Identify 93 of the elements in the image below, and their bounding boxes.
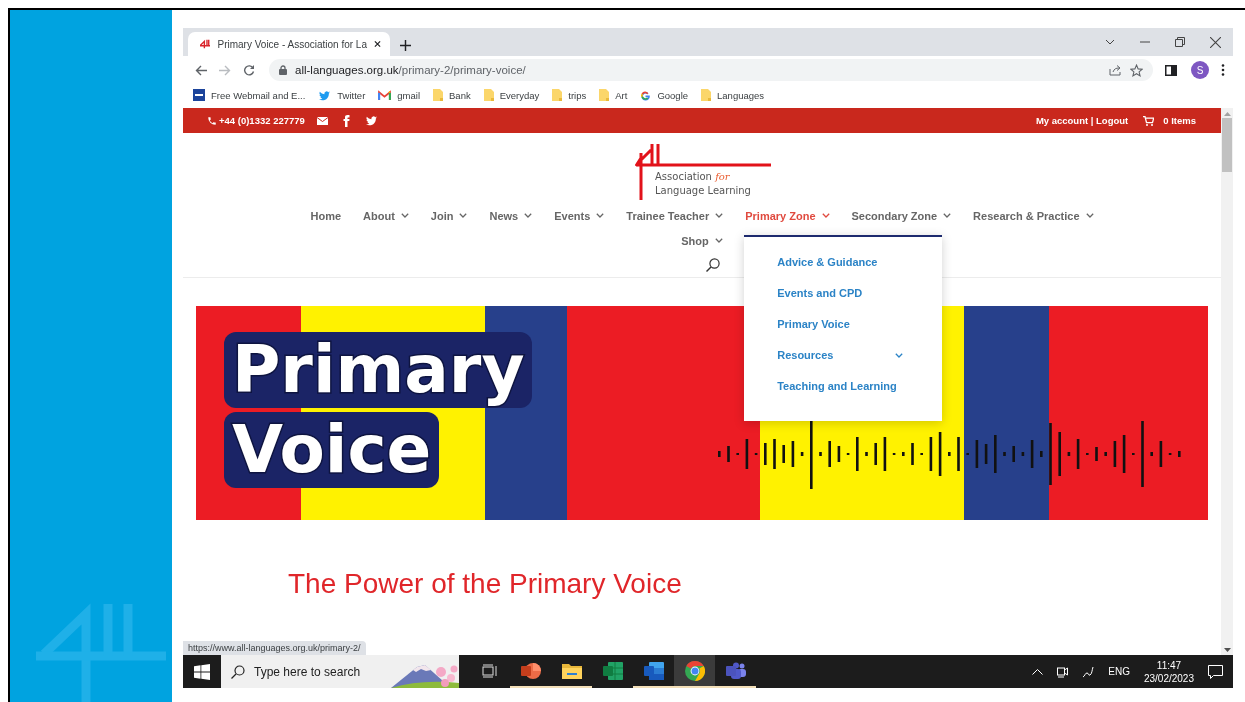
back-arrow-icon[interactable]: [195, 64, 207, 76]
status-url: https://www.all-languages.org.uk/primary-2/: [183, 641, 366, 655]
google-g-icon: [640, 89, 652, 101]
dropdown-item[interactable]: Events and CPD: [777, 287, 904, 318]
nav-item[interactable]: Join: [430, 203, 468, 228]
pen-icon[interactable]: [1082, 665, 1095, 678]
nav-item[interactable]: Home: [310, 203, 342, 228]
clock[interactable]: 11:47 23/02/2023: [1143, 658, 1194, 685]
banner-title: Voice: [224, 412, 440, 488]
mail-icon: [378, 90, 392, 100]
banner-title: Primary: [224, 332, 533, 408]
cart-link[interactable]: 0 Items: [1143, 115, 1196, 126]
twitter-icon[interactable]: [364, 115, 378, 126]
side-panel-icon[interactable]: [1165, 64, 1177, 76]
nav-item[interactable]: Events: [554, 203, 605, 228]
camera-icon[interactable]: [1057, 665, 1069, 678]
folder-icon: [552, 89, 563, 101]
chevron-up-icon[interactable]: [1032, 668, 1044, 675]
spreadsheet-app-icon: [602, 661, 623, 680]
star-icon[interactable]: [1130, 63, 1143, 77]
dropdown-item[interactable]: Teaching and Learning: [777, 380, 904, 411]
nav-item[interactable]: Shop: [681, 228, 723, 253]
nav-item[interactable]: Research & Practice: [973, 203, 1094, 228]
search-icon[interactable]: [706, 258, 720, 272]
chevron-down-icon: [714, 238, 723, 243]
scroll-down-icon[interactable]: [1223, 648, 1231, 652]
url-text: all-languages.org.uk/primary-2/primary-voice/: [295, 64, 527, 76]
notification-icon[interactable]: [1208, 664, 1223, 679]
nav-item[interactable]: Primary Zone: [745, 203, 830, 228]
team-chat-app-icon: [725, 661, 746, 680]
bookmark[interactable]: gmail: [378, 89, 421, 101]
chevron-down-icon: [821, 213, 830, 218]
share-icon[interactable]: [1109, 64, 1122, 76]
new-tab-icon[interactable]: [400, 40, 411, 51]
close-icon[interactable]: [1210, 36, 1221, 48]
nav-item[interactable]: Secondary Zone: [851, 203, 952, 228]
windows-start-icon[interactable]: [194, 663, 210, 680]
account-link[interactable]: My account | Logout: [1035, 115, 1129, 126]
logo-text: Association for Language Learning: [655, 170, 751, 198]
document-app-icon: [643, 661, 664, 680]
browser-app-icon: [684, 660, 705, 681]
address-bar[interactable]: all-languages.org.uk/primary-2/primary-voice/: [269, 59, 1153, 81]
bookmark[interactable]: Free Webmail and E...: [193, 89, 306, 101]
dropdown-item[interactable]: Resources: [777, 349, 904, 380]
logo-icon: [200, 39, 211, 49]
chevron-down-icon: [459, 213, 468, 218]
phone-icon: [207, 115, 217, 126]
chevron-down-icon: [895, 353, 904, 358]
bookmark[interactable]: trips: [552, 89, 587, 101]
search-placeholder: Type here to search: [254, 664, 361, 679]
chevron-down-icon: [596, 213, 605, 218]
cart-icon: [1143, 115, 1155, 126]
chevron-down-icon: [715, 213, 724, 218]
nav-item[interactable]: News: [489, 203, 533, 228]
dropdown-item[interactable]: Primary Voice: [777, 318, 904, 349]
bookmark[interactable]: Twitter: [318, 89, 366, 101]
chevron-down-icon: [943, 213, 952, 218]
folder-icon: [433, 89, 444, 101]
bookmark[interactable]: Everyday: [483, 89, 540, 101]
browser-tab[interactable]: Primary Voice - Association for La: [188, 32, 390, 56]
bookmark[interactable]: Bank: [433, 89, 471, 101]
presentation-app-icon: [520, 661, 541, 680]
taskbar-search-field[interactable]: Type here to search: [221, 655, 459, 688]
nav-item[interactable]: Trainee Teacher: [626, 203, 724, 228]
menu-icon[interactable]: [1221, 64, 1225, 76]
chevron-down-icon: [1085, 213, 1094, 218]
folder-icon: [561, 662, 582, 679]
language-indicator[interactable]: ENG: [1108, 666, 1130, 677]
restore-icon[interactable]: [1175, 37, 1185, 47]
folder-icon: [701, 89, 712, 101]
bookmark[interactable]: Art: [599, 89, 628, 101]
folder-icon: [483, 89, 494, 101]
folder-icon: [599, 89, 610, 101]
close-icon[interactable]: [374, 40, 381, 48]
bookmark[interactable]: Languages: [701, 89, 765, 101]
chevron-down-icon: [524, 213, 533, 218]
dropdown-item[interactable]: Advice & Guidance: [777, 256, 904, 287]
page-heading: The Power of the Primary Voice: [288, 568, 683, 600]
bookmark[interactable]: Google: [640, 89, 689, 101]
facebook-icon[interactable]: [342, 114, 350, 127]
chevron-down-icon[interactable]: [1105, 39, 1115, 45]
taskbar-app[interactable]: [674, 655, 715, 688]
chevron-down-icon: [400, 213, 409, 218]
scrollbar-thumb[interactable]: [1222, 118, 1232, 172]
mail-icon[interactable]: [316, 116, 328, 125]
profile-avatar[interactable]: S: [1191, 61, 1209, 79]
bird-icon: [318, 89, 332, 101]
lock-icon: [279, 65, 287, 75]
reload-icon[interactable]: [243, 64, 255, 76]
nav-item[interactable]: About: [363, 203, 409, 228]
phone-number: +44 (0)1332 227779: [219, 115, 305, 126]
search-icon: [231, 664, 245, 679]
task-view-icon: [481, 663, 498, 678]
